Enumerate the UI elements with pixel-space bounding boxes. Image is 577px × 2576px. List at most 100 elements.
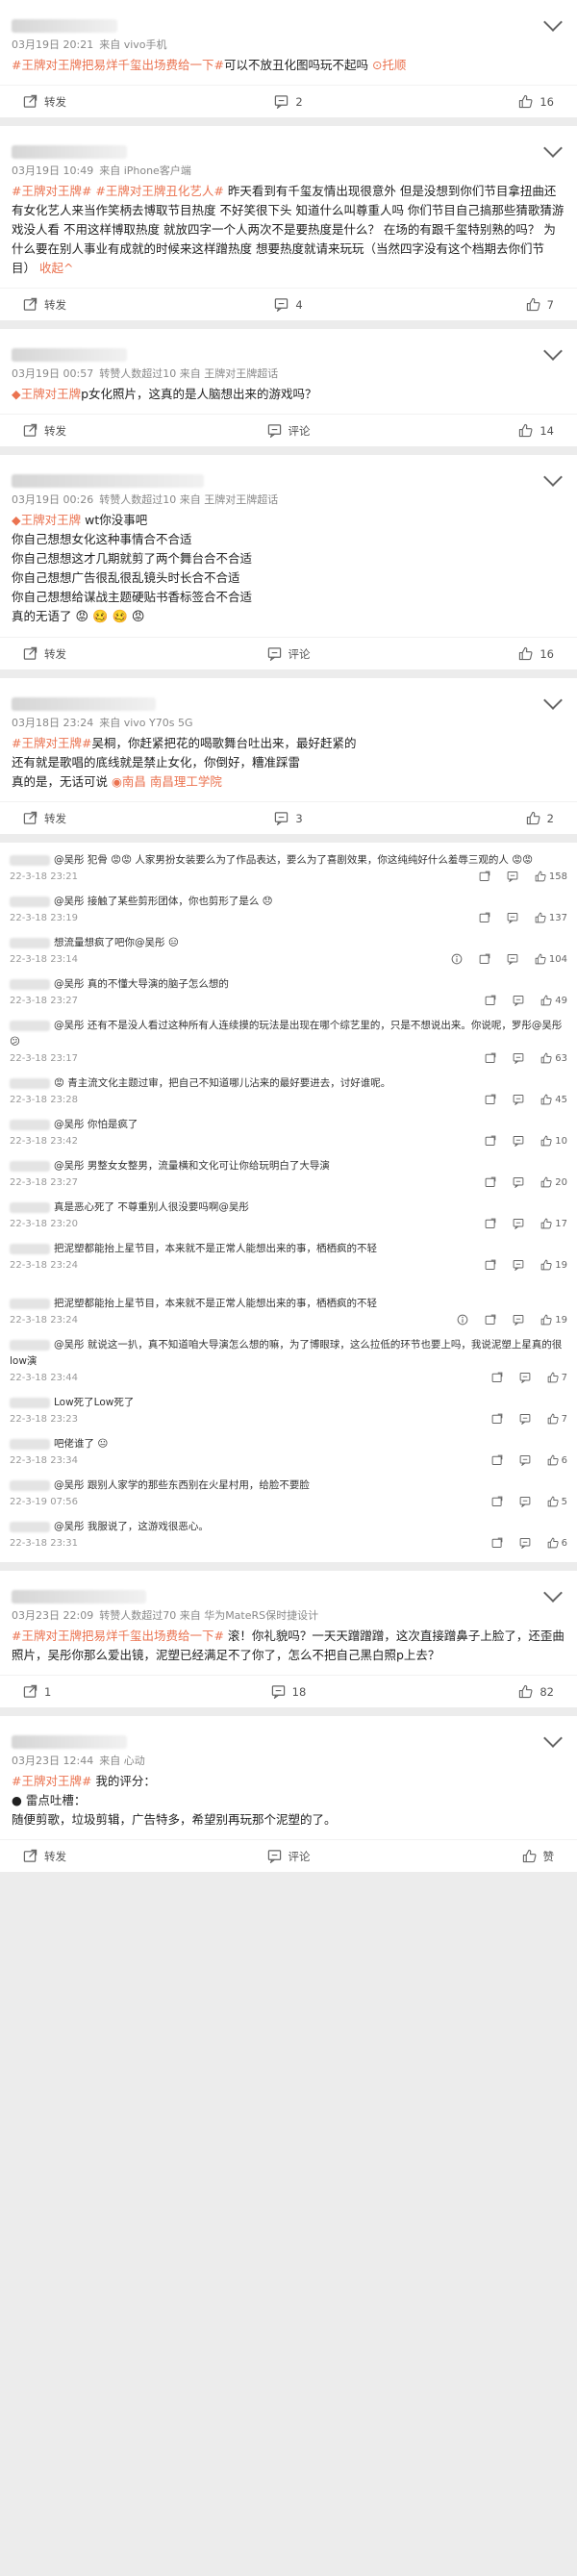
reply-icon[interactable] bbox=[519, 1454, 531, 1467]
hashtag-link[interactable]: ◆王牌对王牌 bbox=[12, 513, 81, 527]
inline-link[interactable]: ◉南昌 南昌理工学院 bbox=[112, 774, 222, 789]
commenter-name-blurred[interactable] bbox=[10, 1438, 50, 1450]
comment-like-button[interactable]: 7 bbox=[547, 1372, 567, 1383]
commenter-name-blurred[interactable] bbox=[10, 1020, 50, 1031]
comment-like-button[interactable]: 19 bbox=[540, 1259, 567, 1271]
share-icon[interactable] bbox=[485, 1176, 496, 1188]
share-icon[interactable] bbox=[479, 912, 490, 923]
reply-icon[interactable] bbox=[513, 1052, 524, 1065]
share-icon[interactable] bbox=[491, 1372, 503, 1383]
hashtag-link[interactable]: #王牌对王牌把易烊千玺出场费给一下# bbox=[12, 58, 224, 72]
reply-icon[interactable] bbox=[519, 1537, 531, 1550]
reply-icon[interactable] bbox=[513, 1135, 524, 1148]
commenter-name-blurred[interactable] bbox=[10, 1077, 50, 1089]
commenter-name-blurred[interactable] bbox=[10, 1298, 50, 1309]
comment-like-button[interactable]: 63 bbox=[540, 1052, 567, 1064]
reply-icon[interactable] bbox=[507, 953, 518, 966]
chevron-down-icon[interactable] bbox=[543, 13, 563, 32]
hashtag-link[interactable]: ◆王牌对王牌 bbox=[12, 387, 81, 401]
repost-button[interactable]: 转发 bbox=[23, 297, 138, 313]
chevron-down-icon[interactable] bbox=[543, 1729, 563, 1748]
report-icon[interactable] bbox=[457, 1314, 468, 1326]
commenter-name-blurred[interactable] bbox=[10, 1479, 50, 1491]
like-button[interactable]: 16 bbox=[439, 94, 554, 109]
reply-icon[interactable] bbox=[507, 871, 518, 883]
comment-button[interactable]: 评论 bbox=[231, 423, 346, 439]
share-icon[interactable] bbox=[485, 1094, 496, 1105]
reply-icon[interactable] bbox=[513, 1314, 524, 1326]
reply-icon[interactable] bbox=[513, 1176, 524, 1189]
repost-button[interactable]: 转发 bbox=[23, 646, 138, 662]
share-icon[interactable] bbox=[491, 1413, 503, 1425]
like-button[interactable]: 7 bbox=[439, 297, 554, 312]
username-blurred[interactable] bbox=[12, 19, 117, 33]
chevron-down-icon[interactable] bbox=[543, 691, 563, 710]
comment-button[interactable]: 18 bbox=[231, 1684, 346, 1700]
report-icon[interactable] bbox=[451, 953, 463, 965]
comment-like-button[interactable]: 19 bbox=[540, 1314, 567, 1326]
reply-icon[interactable] bbox=[519, 1496, 531, 1508]
reply-icon[interactable] bbox=[519, 1413, 531, 1426]
username-blurred[interactable] bbox=[12, 1735, 127, 1749]
comment-button[interactable]: 3 bbox=[231, 811, 346, 826]
commenter-name-blurred[interactable] bbox=[10, 854, 50, 866]
share-icon[interactable] bbox=[485, 995, 496, 1006]
repost-button[interactable]: 转发 bbox=[23, 94, 138, 110]
comment-button[interactable]: 评论 bbox=[231, 1849, 346, 1864]
comment-button[interactable]: 4 bbox=[231, 297, 346, 313]
commenter-name-blurred[interactable] bbox=[10, 1339, 50, 1351]
comment-like-button[interactable]: 6 bbox=[547, 1454, 567, 1466]
comment-like-button[interactable]: 49 bbox=[540, 995, 567, 1006]
comment-like-button[interactable]: 17 bbox=[540, 1218, 567, 1229]
like-button[interactable]: 赞 bbox=[439, 1849, 554, 1864]
comment-like-button[interactable]: 10 bbox=[540, 1135, 567, 1147]
comment-like-button[interactable]: 6 bbox=[547, 1537, 567, 1549]
repost-button[interactable]: 转发 bbox=[23, 811, 138, 826]
share-icon[interactable] bbox=[491, 1496, 503, 1507]
comment-like-button[interactable]: 104 bbox=[535, 953, 567, 965]
share-icon[interactable] bbox=[479, 953, 490, 965]
reply-icon[interactable] bbox=[513, 1218, 524, 1230]
share-icon[interactable] bbox=[485, 1135, 496, 1147]
share-icon[interactable] bbox=[491, 1454, 503, 1466]
comment-like-button[interactable]: 5 bbox=[547, 1496, 567, 1507]
username-blurred[interactable] bbox=[12, 145, 127, 159]
commenter-name-blurred[interactable] bbox=[10, 937, 50, 948]
comment-like-button[interactable]: 7 bbox=[547, 1413, 567, 1425]
repost-button[interactable]: 1 bbox=[23, 1684, 138, 1699]
comment-like-button[interactable]: 158 bbox=[535, 871, 567, 882]
username-blurred[interactable] bbox=[12, 1590, 146, 1604]
reply-icon[interactable] bbox=[507, 912, 518, 924]
commenter-name-blurred[interactable] bbox=[10, 896, 50, 907]
reply-icon[interactable] bbox=[513, 995, 524, 1007]
reply-icon[interactable] bbox=[513, 1259, 524, 1272]
commenter-name-blurred[interactable] bbox=[10, 1243, 50, 1254]
chevron-down-icon[interactable] bbox=[543, 467, 563, 487]
chevron-down-icon[interactable] bbox=[543, 139, 563, 158]
share-icon[interactable] bbox=[485, 1218, 496, 1229]
chevron-down-icon[interactable] bbox=[543, 1583, 563, 1603]
reply-icon[interactable] bbox=[519, 1372, 531, 1384]
comment-like-button[interactable]: 137 bbox=[535, 912, 567, 923]
commenter-name-blurred[interactable] bbox=[10, 1521, 50, 1532]
like-button[interactable]: 16 bbox=[439, 646, 554, 661]
commenter-name-blurred[interactable] bbox=[10, 1201, 50, 1213]
comment-like-button[interactable]: 45 bbox=[540, 1094, 567, 1105]
reply-icon[interactable] bbox=[513, 1094, 524, 1106]
chevron-down-icon[interactable] bbox=[543, 341, 563, 361]
username-blurred[interactable] bbox=[12, 474, 204, 488]
share-icon[interactable] bbox=[485, 1314, 496, 1326]
inline-link[interactable]: ⊙托顺 bbox=[372, 58, 406, 72]
share-icon[interactable] bbox=[479, 871, 490, 882]
hashtag-link[interactable]: #王牌对王牌# #王牌对王牌丑化艺人# bbox=[12, 184, 224, 198]
share-icon[interactable] bbox=[485, 1259, 496, 1271]
inline-link[interactable]: 收起^ bbox=[39, 261, 73, 275]
like-button[interactable]: 2 bbox=[439, 811, 554, 825]
comment-button[interactable]: 评论 bbox=[231, 646, 346, 662]
repost-button[interactable]: 转发 bbox=[23, 423, 138, 439]
hashtag-link[interactable]: #王牌对王牌# bbox=[12, 736, 91, 750]
hashtag-link[interactable]: #王牌对王牌# bbox=[12, 1774, 91, 1788]
share-icon[interactable] bbox=[485, 1052, 496, 1064]
comment-like-button[interactable]: 20 bbox=[540, 1176, 567, 1188]
username-blurred[interactable] bbox=[12, 697, 156, 711]
